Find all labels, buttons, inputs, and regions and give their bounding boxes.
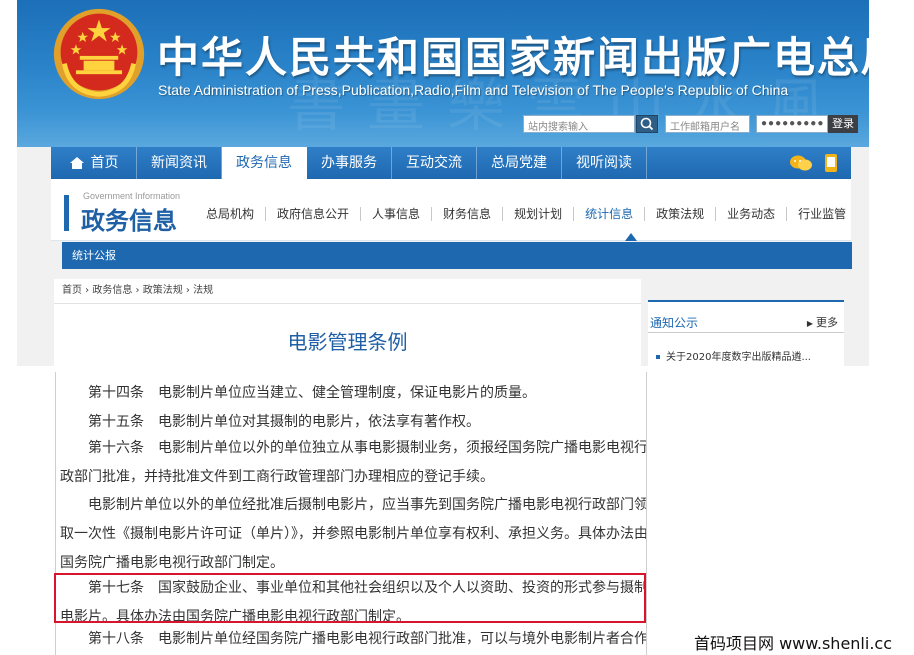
login-button[interactable]: 登录 [828,115,858,133]
wechat-icon[interactable] [789,153,813,173]
home-icon [69,157,84,169]
email-password-input[interactable]: ●●●●●●●●● [756,115,828,133]
subnav-item-personnel[interactable]: 人事信息 [361,207,433,221]
site-title: 中华人民共和国国家新闻出版广电总局 [157,33,869,82]
nav-item-services[interactable]: 办事服务 [307,147,392,179]
triangle-right-icon: ▶ [806,319,813,328]
article-paragraph: 第十五条 电影制片单位对其摄制的电影片，依法享有著作权。 [56,408,646,437]
national-emblem-icon [53,8,145,100]
subnav-item-agencies[interactable]: 总局机构 [195,207,267,221]
paragraph-text: 第十八条 电影制片单位经国务院广播电影电视行政部门批准，可以与境外电影制片者合作… [87,631,647,647]
article-paragraph: 电影制片单位以外的单位经批准后摄制电影片，应当事先到国务院广播电影电视行政部门领… [56,491,647,578]
email-username-input[interactable]: 工作邮箱用户名 [665,115,750,133]
subnav-item-regulation[interactable]: 行业监管 [787,207,857,221]
nav-item-interaction[interactable]: 互动交流 [392,147,477,179]
article-title: 电影管理条例 [287,330,408,354]
subnav-item-business[interactable]: 业务动态 [716,207,788,221]
paragraph-text: 第十四条 电影制片单位应当建立、健全管理制度，保证电影片的质量。 [60,385,536,401]
subnav-item-finance[interactable]: 财务信息 [432,207,504,221]
sidebar-title: 通知公示 [650,316,699,330]
nav-item-party[interactable]: 总局党建 [477,147,562,179]
article-paragraph: 第十六条 电影制片单位以外的单位独立从事电影摄制业务，须报经国务院广播电影电视行… [56,434,647,492]
subnav-item-policy[interactable]: 政策法规 [645,207,717,221]
article-paragraph: 第十四条 电影制片单位应当建立、健全管理制度，保证电影片的质量。 [56,379,646,408]
section-title-english: Government Information [83,191,181,201]
section-title: 政务信息 [81,207,177,235]
nav-item-reading[interactable]: 视听阅读 [562,147,647,179]
subnav-item-info-disclosure[interactable]: 政府信息公开 [266,207,362,221]
nav-item-news[interactable]: 新闻资讯 [137,147,222,179]
site-banner: 書 畫 樂 雲 山 水 風 中华人民共和国国家新闻出版广电总局 State Ad… [17,0,869,147]
article-paragraph: 第十八条 电影制片单位经国务院广播电影电视行政部门批准，可以与境外电影制片者合作… [56,625,647,655]
section-menu: 总局机构 政府信息公开 人事信息 财务信息 规划计划 统计信息 政策法规 业务动… [195,207,857,221]
statistics-tabbar: 统计公报 [62,242,852,269]
site-subtitle: State Administration of Press,Publicatio… [158,82,789,98]
nav-item-government-info[interactable]: 政务信息 [222,147,307,179]
paragraph-text: 电影制片单位以外的单位经批准后摄制电影片，应当事先到国务院广播电影电视行政部门领… [60,497,647,571]
watermark-text: 首码项目网 www.shenli.cc [694,634,892,653]
main-nav: 首页 新闻资讯 政务信息 办事服务 互动交流 总局党建 视听阅读 [51,147,851,179]
mobile-icon[interactable] [823,153,839,173]
active-indicator-arrow [625,233,637,241]
paragraph-text: 第十五条 电影制片单位对其摄制的电影片，依法享有著作权。 [60,414,480,430]
breadcrumb[interactable]: 首页 › 政务信息 › 政策法规 › 法规 [54,279,641,303]
nav-icons [789,153,851,173]
more-label: 更多 [816,316,838,329]
article-header: 电影管理条例 [54,303,641,366]
sidebar-list-item[interactable]: 关于2020年度数字出版精品遴... [656,348,811,363]
section-accent-bar [64,195,69,231]
nav-item-home[interactable]: 首页 [51,147,137,179]
highlight-box [54,573,646,623]
more-link[interactable]: ▶ 更多 [807,314,838,330]
search-icon [640,117,654,131]
divider [648,332,844,333]
subnav-item-planning[interactable]: 规划计划 [503,207,575,221]
sidebar-notices: 通知公示 ▶ 更多 关于2020年度数字出版精品遴... [648,300,844,366]
subnav-item-statistics[interactable]: 统计信息 [574,207,646,221]
site-screenshot: 書 畫 樂 雲 山 水 風 中华人民共和国国家新闻出版广电总局 State Ad… [17,0,869,366]
nav-label: 首页 [90,155,119,171]
paragraph-text: 第十六条 电影制片单位以外的单位独立从事电影摄制业务，须报经国务院广播电影电视行… [60,440,647,485]
tab-statistics-bulletin[interactable]: 统计公报 [72,242,116,269]
search-button[interactable] [636,115,658,133]
search-input[interactable]: 站内搜索输入 [523,115,635,133]
section-subnav: Government Information 政务信息 总局机构 政府信息公开 … [51,179,851,241]
